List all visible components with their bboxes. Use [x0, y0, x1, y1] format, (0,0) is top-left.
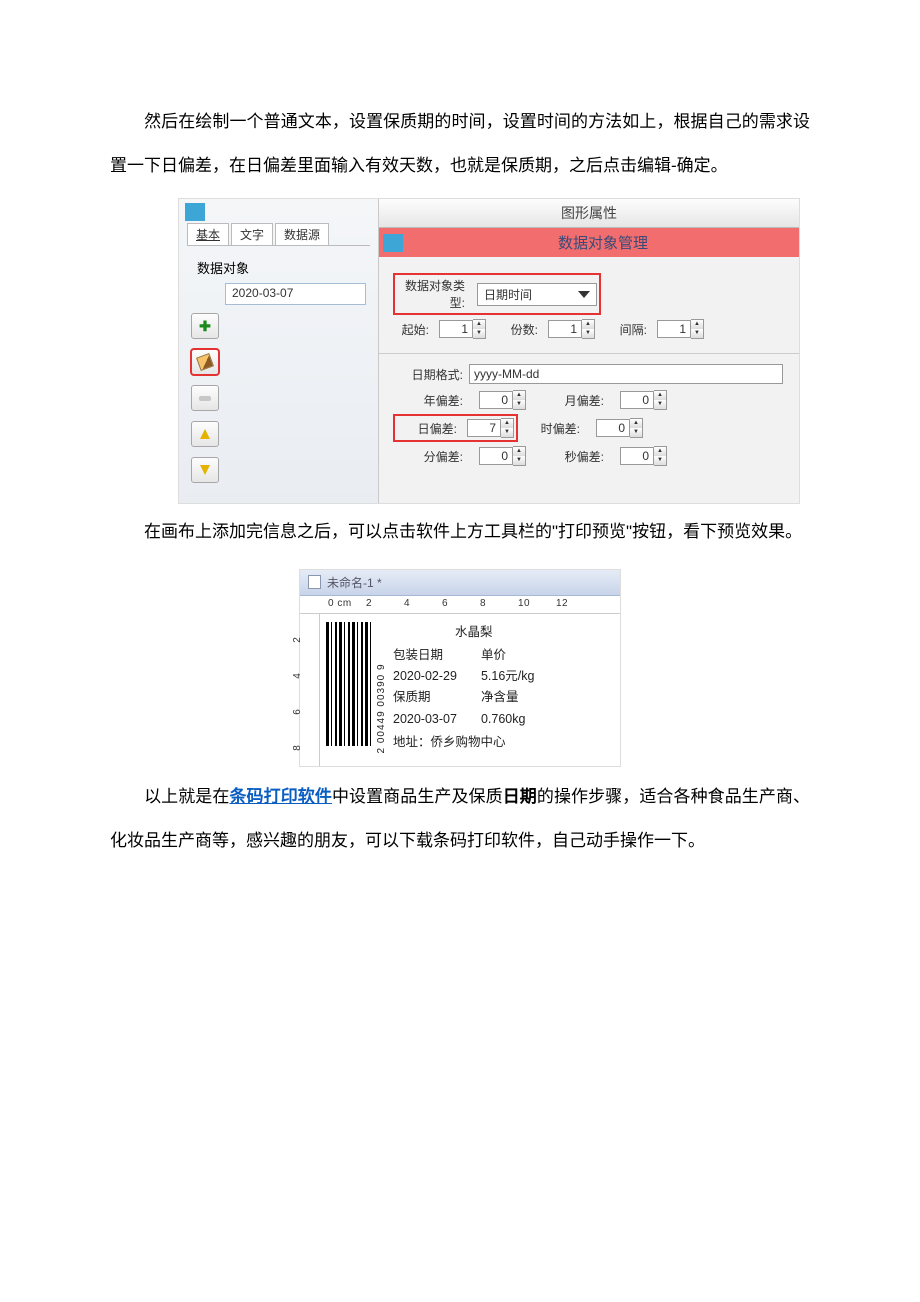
address: 地址：侨乡购物中心 — [393, 732, 534, 753]
right-panel: 图形属性 数据对象管理 数据对象类型: 日期时间 起始: 1▲▼ 份数: 1▲▼ — [379, 199, 799, 503]
p1-text: 然后在绘制一个普通文本，设置保质期的时间，设置时间的方法如上，根据自己的需求设置… — [110, 112, 810, 175]
p3-pre: 以上就是在 — [144, 787, 229, 806]
arrow-up-icon — [200, 429, 210, 439]
minute-offset-spinner[interactable]: 0▲▼ — [479, 446, 526, 466]
pack-date-value: 2020-02-29 — [393, 666, 457, 687]
tab-basic[interactable]: 基本 — [187, 223, 229, 245]
data-object-list[interactable]: 2020-03-07 — [225, 283, 366, 305]
pencil-icon — [196, 353, 214, 371]
preview-window-screenshot: 未命名-1 * 0 cm24681012 2468 2 00449 00390 … — [299, 569, 621, 767]
sub-header: 数据对象管理 — [379, 228, 799, 257]
properties-dialog-screenshot: 基本 文字 数据源 数据对象 2020-03-07 ✚ 图形属性 数据对象管理 — [178, 198, 800, 504]
type-select[interactable]: 日期时间 — [477, 283, 597, 306]
ruler-vertical: 2468 — [300, 614, 320, 766]
ruler-horizontal: 0 cm24681012 — [300, 596, 620, 614]
second-offset-spinner[interactable]: 0▲▼ — [620, 446, 667, 466]
window-title: 未命名-1 * — [300, 570, 620, 596]
p2-text: 在画布上添加完信息之后，可以点击软件上方工具栏的"打印预览"按钮，看下预览效果。 — [144, 522, 802, 541]
form-pane: 数据对象类型: 日期时间 起始: 1▲▼ 份数: 1▲▼ 间隔: 1▲▼ 日期格… — [379, 257, 799, 492]
interval-spinner[interactable]: 1▲▼ — [657, 319, 704, 339]
weight-label: 净含量 — [481, 687, 535, 708]
interval-label: 间隔: — [599, 321, 653, 338]
dialog-title: 图形属性 — [379, 199, 799, 228]
app-icon — [383, 234, 403, 252]
type-value: 日期时间 — [484, 286, 532, 303]
tab-text[interactable]: 文字 — [231, 223, 273, 245]
price-value: 5.16元/kg — [481, 666, 535, 687]
move-up-button[interactable] — [191, 421, 219, 447]
p3-mid: 中设置商品生产及保质 — [332, 787, 503, 806]
month-offset-spinner[interactable]: 0▲▼ — [620, 390, 667, 410]
window-title-text: 未命名-1 * — [327, 574, 382, 591]
move-down-button[interactable] — [191, 457, 219, 483]
hour-offset-spinner[interactable]: 0▲▼ — [596, 418, 643, 438]
shelf-life-label: 保质期 — [393, 687, 457, 708]
left-panel: 基本 文字 数据源 数据对象 2020-03-07 ✚ — [179, 199, 379, 503]
minute-offset-label: 分偏差: — [395, 448, 469, 465]
remove-button[interactable] — [191, 385, 219, 411]
second-offset-label: 秒偏差: — [536, 448, 610, 465]
count-label: 份数: — [490, 321, 544, 338]
start-label: 起始: — [395, 321, 435, 338]
product-name: 水晶梨 — [413, 622, 534, 643]
tabs: 基本 文字 数据源 — [179, 223, 378, 245]
plus-icon: ✚ — [199, 318, 211, 335]
object-manager-title: 数据对象管理 — [407, 228, 799, 257]
shelf-life-value: 2020-03-07 — [393, 709, 457, 730]
arrow-down-icon — [200, 465, 210, 475]
p3-bold: 日期 — [503, 787, 537, 806]
date-format-label: 日期格式: — [395, 366, 469, 383]
day-offset-spinner[interactable]: 7▲▼ — [467, 418, 514, 438]
weight-value: 0.760kg — [481, 709, 535, 730]
hour-offset-label: 时偏差: — [526, 420, 586, 437]
count-spinner[interactable]: 1▲▼ — [548, 319, 595, 339]
paragraph-1: 然后在绘制一个普通文本，设置保质期的时间，设置时间的方法如上，根据自己的需求设置… — [110, 100, 810, 188]
pack-date-label: 包装日期 — [393, 645, 457, 666]
year-offset-spinner[interactable]: 0▲▼ — [479, 390, 526, 410]
price-label: 单价 — [481, 645, 535, 666]
minus-icon — [199, 396, 211, 401]
paragraph-2: 在画布上添加完信息之后，可以点击软件上方工具栏的"打印预览"按钮，看下预览效果。 — [110, 510, 810, 554]
data-object-label: 数据对象 — [197, 261, 249, 276]
document-icon — [308, 575, 321, 589]
canvas: 2 00449 00390 9 水晶梨 包装日期 2020-02-29 保质期 … — [320, 614, 620, 766]
barcode — [326, 622, 372, 746]
barcode-text: 2 00449 00390 9 — [376, 622, 387, 754]
date-format-input[interactable]: yyyy-MM-dd — [469, 364, 783, 384]
label-info: 水晶梨 包装日期 2020-02-29 保质期 2020-03-07 单价 5.… — [393, 622, 534, 754]
type-label: 数据对象类型: — [397, 277, 471, 311]
edit-button[interactable] — [191, 349, 219, 375]
app-icon — [185, 203, 205, 221]
month-offset-label: 月偏差: — [536, 392, 610, 409]
start-spinner[interactable]: 1▲▼ — [439, 319, 486, 339]
chevron-down-icon — [578, 291, 590, 298]
day-offset-label: 日偏差: — [397, 420, 463, 437]
tab-datasource[interactable]: 数据源 — [275, 223, 329, 245]
add-button[interactable]: ✚ — [191, 313, 219, 339]
year-offset-label: 年偏差: — [395, 392, 469, 409]
barcode-software-link[interactable]: 条码打印软件 — [229, 787, 331, 806]
paragraph-3: 以上就是在条码打印软件中设置商品生产及保质日期的操作步骤，适合各种食品生产商、化… — [110, 775, 810, 863]
